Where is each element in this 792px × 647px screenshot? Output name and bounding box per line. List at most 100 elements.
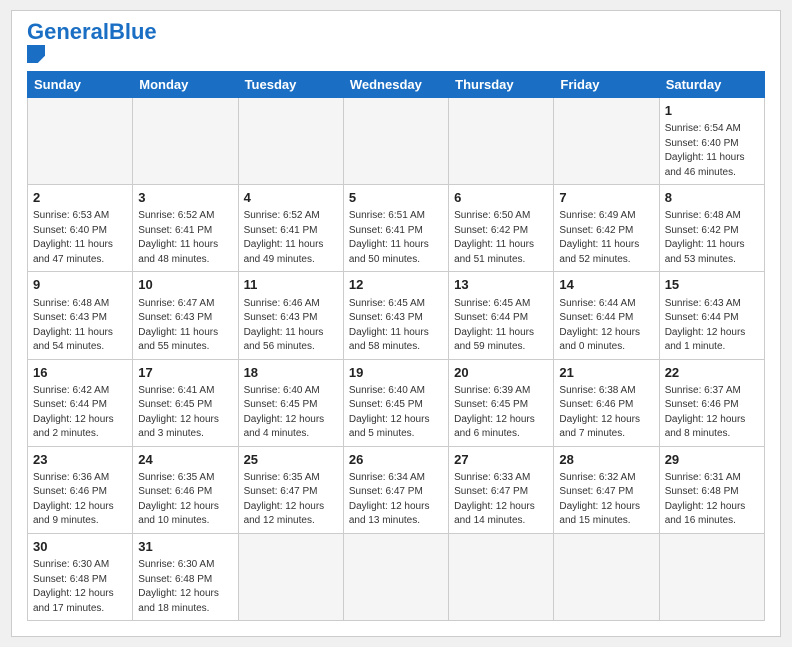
day-info: Sunrise: 6:53 AM Sunset: 6:40 PM Dayligh…: [33, 209, 127, 267]
calendar-cell-w3-d5: 21 Sunrise: 6:38 AM Sunset: 6:46 PM Dayli…: [554, 359, 659, 446]
day-number: 18: [244, 364, 338, 382]
day-info: Sunrise: 6:42 AM Sunset: 6:44 PM Dayligh…: [33, 384, 127, 442]
calendar-cell-w1-d1: 3 Sunrise: 6:52 AM Sunset: 6:41 PM Daylig…: [133, 185, 238, 272]
logo-general: General: [27, 19, 109, 44]
day-info: Sunrise: 6:34 AM Sunset: 6:47 PM Dayligh…: [349, 471, 443, 529]
calendar-cell-w2-d1: 10 Sunrise: 6:47 AM Sunset: 6:43 PM Dayli…: [133, 272, 238, 359]
day-info: Sunrise: 6:35 AM Sunset: 6:46 PM Dayligh…: [138, 471, 232, 529]
calendar-cell-w5-d1: 31 Sunrise: 6:30 AM Sunset: 6:48 PM Dayli…: [133, 533, 238, 620]
calendar-cell-w3-d4: 20 Sunrise: 6:39 AM Sunset: 6:45 PM Dayli…: [449, 359, 554, 446]
calendar-cell-w4-d0: 23 Sunrise: 6:36 AM Sunset: 6:46 PM Dayli…: [28, 446, 133, 533]
day-number: 6: [454, 189, 548, 207]
day-number: 22: [665, 364, 759, 382]
day-info: Sunrise: 6:54 AM Sunset: 6:40 PM Dayligh…: [665, 122, 759, 180]
day-number: 21: [559, 364, 653, 382]
day-info: Sunrise: 6:35 AM Sunset: 6:47 PM Dayligh…: [244, 471, 338, 529]
calendar-cell-w0-d0: [28, 98, 133, 185]
calendar-cell-w5-d5: [554, 533, 659, 620]
calendar-cell-w2-d3: 12Sunrise: 6:45 AM Sunset: 6:43 PM Dayli…: [343, 272, 448, 359]
calendar-cell-w3-d2: 18 Sunrise: 6:40 AM Sunset: 6:45 PM Dayli…: [238, 359, 343, 446]
day-number: 3: [138, 189, 232, 207]
day-info: Sunrise: 6:41 AM Sunset: 6:45 PM Dayligh…: [138, 384, 232, 442]
day-number: 28: [559, 451, 653, 469]
calendar-cell-w2-d6: 15Sunrise: 6:43 AM Sunset: 6:44 PM Dayli…: [659, 272, 764, 359]
calendar-cell-w5-d0: 30 Sunrise: 6:30 AM Sunset: 6:48 PM Dayli…: [28, 533, 133, 620]
day-info: Sunrise: 6:47 AM Sunset: 6:43 PM Dayligh…: [138, 297, 232, 355]
calendar-cell-w2-d5: 14Sunrise: 6:44 AM Sunset: 6:44 PM Dayli…: [554, 272, 659, 359]
calendar-cell-w4-d4: 27Sunrise: 6:33 AM Sunset: 6:47 PM Dayli…: [449, 446, 554, 533]
day-number: 31: [138, 538, 232, 556]
calendar-cell-w5-d4: [449, 533, 554, 620]
calendar-cell-w1-d6: 8 Sunrise: 6:48 AM Sunset: 6:42 PM Daylig…: [659, 185, 764, 272]
day-info: Sunrise: 6:48 AM Sunset: 6:43 PM Dayligh…: [33, 297, 127, 355]
calendar-cell-w3-d6: 22 Sunrise: 6:37 AM Sunset: 6:46 PM Dayli…: [659, 359, 764, 446]
weekday-header-saturday: Saturday: [659, 72, 764, 98]
calendar-cell-w1-d0: 2 Sunrise: 6:53 AM Sunset: 6:40 PM Daylig…: [28, 185, 133, 272]
weekday-header-monday: Monday: [133, 72, 238, 98]
day-number: 19: [349, 364, 443, 382]
calendar-cell-w2-d4: 13 Sunrise: 6:45 AM Sunset: 6:44 PM Dayli…: [449, 272, 554, 359]
weekday-header-friday: Friday: [554, 72, 659, 98]
day-number: 2: [33, 189, 127, 207]
day-info: Sunrise: 6:44 AM Sunset: 6:44 PM Dayligh…: [559, 297, 653, 355]
logo: GeneralBlue: [27, 21, 157, 63]
weekday-header-sunday: Sunday: [28, 72, 133, 98]
logo-icon: [27, 45, 45, 63]
day-info: Sunrise: 6:52 AM Sunset: 6:41 PM Dayligh…: [138, 209, 232, 267]
calendar-cell-w4-d5: 28Sunrise: 6:32 AM Sunset: 6:47 PM Dayli…: [554, 446, 659, 533]
day-info: Sunrise: 6:52 AM Sunset: 6:41 PM Dayligh…: [244, 209, 338, 267]
day-info: Sunrise: 6:45 AM Sunset: 6:44 PM Dayligh…: [454, 297, 548, 355]
calendar-cell-w1-d4: 6Sunrise: 6:50 AM Sunset: 6:42 PM Daylig…: [449, 185, 554, 272]
day-number: 7: [559, 189, 653, 207]
calendar-cell-w1-d3: 5 Sunrise: 6:51 AM Sunset: 6:41 PM Daylig…: [343, 185, 448, 272]
logo-blue: Blue: [109, 19, 157, 44]
calendar-cell-w0-d6: 1 Sunrise: 6:54 AM Sunset: 6:40 PM Daylig…: [659, 98, 764, 185]
calendar-cell-w3-d3: 19Sunrise: 6:40 AM Sunset: 6:45 PM Dayli…: [343, 359, 448, 446]
day-number: 24: [138, 451, 232, 469]
calendar-cell-w2-d2: 11Sunrise: 6:46 AM Sunset: 6:43 PM Dayli…: [238, 272, 343, 359]
calendar-cell-w0-d1: [133, 98, 238, 185]
calendar-cell-w4-d2: 25 Sunrise: 6:35 AM Sunset: 6:47 PM Dayli…: [238, 446, 343, 533]
day-number: 17: [138, 364, 232, 382]
calendar-cell-w3-d1: 17 Sunrise: 6:41 AM Sunset: 6:45 PM Dayli…: [133, 359, 238, 446]
day-info: Sunrise: 6:51 AM Sunset: 6:41 PM Dayligh…: [349, 209, 443, 267]
day-number: 30: [33, 538, 127, 556]
day-number: 8: [665, 189, 759, 207]
logo-text: GeneralBlue: [27, 21, 157, 43]
day-info: Sunrise: 6:36 AM Sunset: 6:46 PM Dayligh…: [33, 471, 127, 529]
calendar-cell-w4-d3: 26 Sunrise: 6:34 AM Sunset: 6:47 PM Dayli…: [343, 446, 448, 533]
day-number: 1: [665, 102, 759, 120]
day-number: 13: [454, 276, 548, 294]
day-number: 10: [138, 276, 232, 294]
calendar-cell-w3-d0: 16Sunrise: 6:42 AM Sunset: 6:44 PM Dayli…: [28, 359, 133, 446]
calendar-cell-w0-d5: [554, 98, 659, 185]
day-number: 23: [33, 451, 127, 469]
day-info: Sunrise: 6:39 AM Sunset: 6:45 PM Dayligh…: [454, 384, 548, 442]
day-info: Sunrise: 6:46 AM Sunset: 6:43 PM Dayligh…: [244, 297, 338, 355]
calendar-cell-w0-d4: [449, 98, 554, 185]
calendar-cell-w5-d2: [238, 533, 343, 620]
day-number: 5: [349, 189, 443, 207]
calendar-cell-w1-d2: 4 Sunrise: 6:52 AM Sunset: 6:41 PM Daylig…: [238, 185, 343, 272]
calendar-cell-w2-d0: 9 Sunrise: 6:48 AM Sunset: 6:43 PM Daylig…: [28, 272, 133, 359]
weekday-header-wednesday: Wednesday: [343, 72, 448, 98]
day-number: 26: [349, 451, 443, 469]
calendar-cell-w0-d3: [343, 98, 448, 185]
weekday-header-tuesday: Tuesday: [238, 72, 343, 98]
day-info: Sunrise: 6:30 AM Sunset: 6:48 PM Dayligh…: [33, 558, 127, 616]
day-number: 9: [33, 276, 127, 294]
day-info: Sunrise: 6:49 AM Sunset: 6:42 PM Dayligh…: [559, 209, 653, 267]
day-number: 4: [244, 189, 338, 207]
day-info: Sunrise: 6:31 AM Sunset: 6:48 PM Dayligh…: [665, 471, 759, 529]
day-info: Sunrise: 6:38 AM Sunset: 6:46 PM Dayligh…: [559, 384, 653, 442]
day-info: Sunrise: 6:40 AM Sunset: 6:45 PM Dayligh…: [244, 384, 338, 442]
day-number: 29: [665, 451, 759, 469]
day-info: Sunrise: 6:43 AM Sunset: 6:44 PM Dayligh…: [665, 297, 759, 355]
day-number: 20: [454, 364, 548, 382]
day-info: Sunrise: 6:30 AM Sunset: 6:48 PM Dayligh…: [138, 558, 232, 616]
calendar-cell-w5-d6: [659, 533, 764, 620]
day-info: Sunrise: 6:48 AM Sunset: 6:42 PM Dayligh…: [665, 209, 759, 267]
day-number: 27: [454, 451, 548, 469]
day-number: 25: [244, 451, 338, 469]
day-info: Sunrise: 6:37 AM Sunset: 6:46 PM Dayligh…: [665, 384, 759, 442]
